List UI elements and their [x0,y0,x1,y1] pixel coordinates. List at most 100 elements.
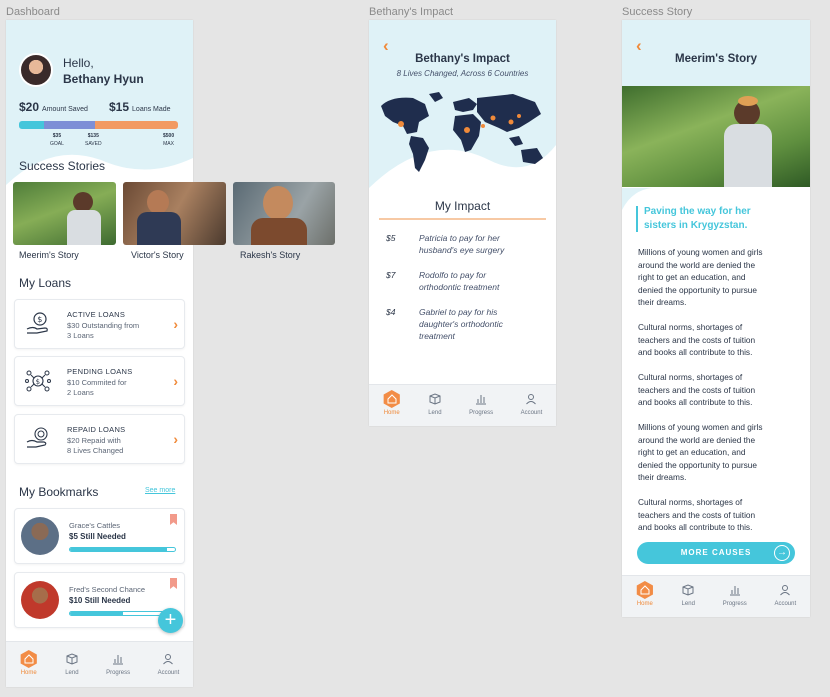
lend-icon [429,390,441,408]
avatar[interactable] [19,53,53,87]
story-line: their dreams. [638,297,687,307]
bottom-nav: Home Lend Progress Account [6,641,193,687]
impact-divider [379,218,546,220]
story-card-victor[interactable] [123,182,226,245]
loan-line1: $20 Repaid with [67,436,121,445]
story-quote-line2: sisters in Krygyzstan. [644,220,748,231]
impact-amount: $7 [386,270,396,280]
bottom-nav: Home Lend Progress Account [369,384,556,426]
loan-line2: 3 Loans [67,331,94,340]
story-screen: ‹ Meerim's Story Paving the way for her … [622,20,810,617]
bookmark-ribbon-icon[interactable] [170,514,177,525]
bookmarks-title: My Bookmarks [19,485,99,499]
bottom-nav: Home Lend Progress Account [622,575,810,617]
nav-home[interactable]: Home [636,581,654,607]
nav-lend[interactable]: Lend [65,650,79,676]
story-line: right to get an education, and [638,447,746,457]
nav-lend[interactable]: Lend [682,581,695,607]
impact-text: Gabriel to pay for his [419,307,498,317]
nav-account[interactable]: Account [521,390,542,416]
impact-amount: $4 [386,307,396,317]
home-icon [20,650,37,668]
story-line: Millions of young women and girls [638,247,763,257]
story-label-victor[interactable]: Victor's Story [131,250,184,260]
story-card-meerim[interactable] [13,182,116,245]
impact-subtitle: 8 Lives Changed, Across 6 Countries [396,69,529,78]
lend-icon [682,581,694,599]
impact-text: Patricia to pay for her [419,233,500,243]
story-line: around the world are denied the [638,259,756,270]
chevron-right-icon: › [173,316,178,332]
avatar [21,517,59,555]
svg-text:$: $ [37,315,42,324]
story-label-rakesh[interactable]: Rakesh's Story [240,250,300,260]
my-loans-title: My Loans [19,276,72,290]
story-title: Meerim's Story [675,53,757,65]
frame-title-dashboard: Dashboard [6,6,60,18]
hand-coins-icon [26,427,48,448]
loan-card-pending[interactable]: $ PENDING LOANS $10 Commited for 2 Loans… [14,356,185,406]
frame-title-impact: Bethany's Impact [369,6,454,18]
impact-text: husband's eye surgery [419,245,505,255]
nav-account[interactable]: Account [774,581,796,607]
user-name: Bethany Hyun [63,72,144,86]
story-paragraph: Cultural norms, shortages of teachers and… [638,321,806,359]
story-quote-line1: Paving the way for her [644,206,751,217]
saved-stat: $20 Amount Saved [19,100,88,114]
more-causes-button[interactable]: MORE CAUSES → [637,542,795,564]
bookmark-ribbon-icon[interactable] [170,578,177,589]
world-map [381,92,543,172]
impact-text: orthodontic treatment [419,282,500,292]
progress-icon [729,581,741,599]
story-line: and books all contribute to this. [638,397,753,407]
nav-progress[interactable]: Progress [106,650,130,676]
story-paragraph: Cultural norms, shortages of teachers and… [638,496,806,534]
lend-icon [66,650,78,668]
nav-progress[interactable]: Progress [469,390,493,416]
arrow-right-icon: → [774,545,790,561]
story-line: denied the opportunity to pursue [638,284,758,295]
nav-progress[interactable]: Progress [723,581,747,607]
home-icon [383,390,400,408]
max-marker: $500 MAX [163,133,175,147]
story-line: Cultural norms, shortages of [638,497,743,507]
story-line: teachers and the costs of tuition [638,384,756,395]
bookmark-needed: $10 Still Needed [69,596,131,605]
story-line: teachers and the costs of tuition [638,334,756,345]
loan-card-active[interactable]: $ ACTIVE LOANS $30 Outstanding from 3 Lo… [14,299,185,349]
story-card-rakesh[interactable] [233,182,335,245]
story-label-meerim[interactable]: Meerim's Story [19,250,79,260]
more-causes-label: MORE CAUSES [680,548,752,557]
impact-title: Bethany's Impact [415,53,510,65]
story-paragraph: Millions of young women and girls around … [638,246,806,309]
nav-account[interactable]: Account [158,650,179,676]
my-impact-title: My Impact [434,199,491,213]
saved-amount: $20 [19,100,40,114]
nav-lend[interactable]: Lend [428,390,442,416]
story-line: Cultural norms, shortages of [638,322,743,332]
bookmark-card-grace[interactable]: Grace's Cattles $5 Still Needed [14,508,185,564]
bookmark-needed: $5 Still Needed [69,532,126,541]
see-more-link[interactable]: See more [145,487,175,494]
progress-icon [475,390,487,408]
quote-bar [636,206,638,232]
bookmark-title: Fred's Second Chance [69,585,146,594]
story-line: denied the opportunity to pursue [638,459,758,470]
story-hero-photo [622,86,810,187]
greeting-text: Hello, [63,56,94,70]
story-line: and books all contribute to this. [638,347,753,357]
chevron-right-icon: › [173,373,178,389]
loan-card-repaid[interactable]: REPAID LOANS $20 Repaid with 8 Lives Cha… [14,414,185,464]
bookmark-progress [69,547,176,552]
progress-icon [112,650,124,668]
avatar [21,581,59,619]
goal-marker: $35 GOAL [50,133,64,147]
impact-text: daughter's orthodontic [419,319,503,329]
story-line: around the world are denied the [638,434,756,445]
savings-progress-bar [19,121,178,129]
nav-home[interactable]: Home [383,390,401,416]
add-button[interactable]: + [158,608,183,633]
impact-text: treatment [419,331,455,341]
nav-home[interactable]: Home [20,650,38,676]
hand-money-icon: $ [26,312,48,334]
